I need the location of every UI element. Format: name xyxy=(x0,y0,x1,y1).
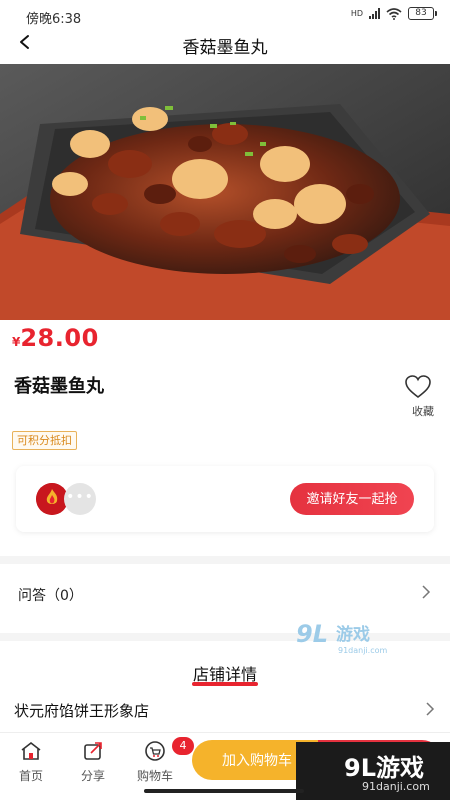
home-icon xyxy=(21,741,41,760)
status-bar: 傍晚6:38 HD 83 xyxy=(0,0,450,30)
svg-text:91danji.com: 91danji.com xyxy=(338,646,388,655)
svg-text:游戏: 游戏 xyxy=(336,624,370,645)
product-name: 香菇墨鱼丸 xyxy=(14,376,104,397)
signal-icon xyxy=(369,8,380,19)
tab-home-label: 首页 xyxy=(18,769,43,783)
qa-label: 问答（0） xyxy=(18,588,83,604)
price: ¥28.00 xyxy=(12,324,99,352)
home-indicator xyxy=(144,789,304,793)
tab-share[interactable]: 分享 xyxy=(68,741,118,784)
wifi-icon xyxy=(386,7,402,20)
invite-friends-button[interactable]: 邀请好友一起抢 xyxy=(290,483,414,515)
network-type-label: HD xyxy=(350,8,363,18)
invite-card: ••• 邀请好友一起抢 xyxy=(16,466,434,532)
chevron-right-icon xyxy=(422,585,431,599)
tab-home[interactable]: 首页 xyxy=(6,741,56,784)
shop-name: 状元府馅饼王形象店 xyxy=(14,702,150,720)
divider xyxy=(0,556,450,564)
watermark-logo: 9L 游戏 91danji.com xyxy=(296,620,388,655)
cart-badge: 4 xyxy=(172,737,194,755)
price-value: 28.00 xyxy=(20,324,99,352)
favorite-label[interactable]: 收藏 xyxy=(412,403,434,419)
watermark-site: 91danji.com xyxy=(362,780,430,793)
nav-bar: 香菇墨鱼丸 xyxy=(0,30,450,64)
shop-row[interactable]: 状元府馅饼王形象店 xyxy=(0,694,450,724)
cart-icon xyxy=(145,741,165,761)
status-icons: HD 83 xyxy=(350,7,437,20)
battery-icon: 83 xyxy=(408,7,437,20)
watermark-corner: 9L游戏 91danji.com xyxy=(296,742,450,800)
watermark-text: 9L游戏 xyxy=(344,754,424,782)
svg-text:9L: 9L xyxy=(296,620,328,648)
share-icon xyxy=(84,742,102,760)
more-participants-icon: ••• xyxy=(64,483,96,515)
tab-share-label: 分享 xyxy=(80,769,105,783)
points-tag: 可积分抵扣 xyxy=(12,431,77,450)
page-title: 香菇墨鱼丸 xyxy=(182,38,268,58)
chevron-right-icon xyxy=(426,702,435,716)
tab-cart-label: 购物车 xyxy=(136,769,173,783)
heart-icon[interactable] xyxy=(404,374,432,400)
title-underline xyxy=(192,682,258,686)
product-image[interactable] xyxy=(0,64,450,320)
status-time: 傍晚6:38 xyxy=(26,12,82,27)
